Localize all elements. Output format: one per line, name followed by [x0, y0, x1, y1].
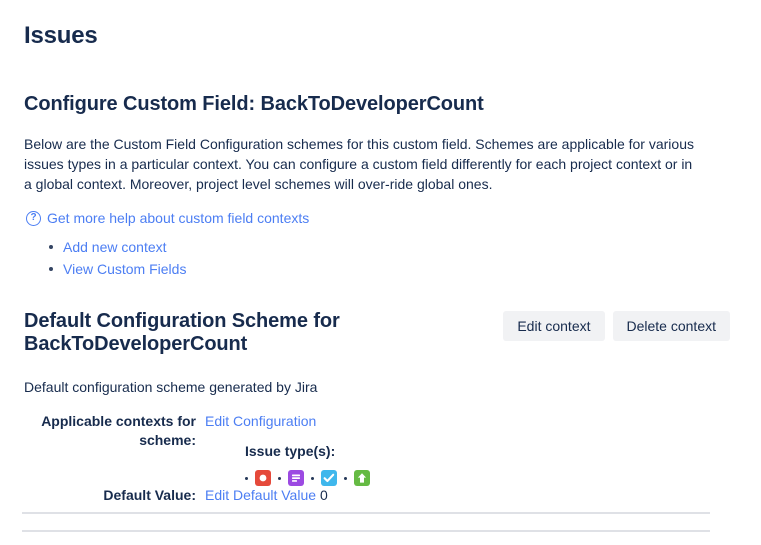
question-circle-icon: ?: [26, 210, 41, 226]
default-value-label: Default Value:: [103, 487, 196, 503]
improvement-issue-type-icon: [354, 470, 370, 486]
applicable-contexts-value: Edit Configuration Issue type(s):: [205, 412, 737, 486]
page-content: Issues Configure Custom Field: BackToDev…: [0, 0, 761, 505]
applicable-contexts-label: Applicable contexts for scheme:: [41, 413, 196, 448]
divider-bottom: [22, 530, 710, 532]
separator-dot-icon: [278, 476, 281, 480]
page-title: Issues: [24, 22, 98, 49]
delete-context-button[interactable]: Delete context: [612, 311, 730, 341]
edit-default-value-link[interactable]: Edit Default Value: [205, 487, 316, 503]
operations-list: Add new context View Custom Fields: [24, 236, 737, 280]
scheme-description: Default configuration scheme generated b…: [24, 379, 318, 395]
bug-issue-type-icon: [255, 470, 271, 486]
table-row: Applicable contexts for scheme: Edit Con…: [24, 412, 737, 486]
task-issue-type-icon: [321, 470, 337, 486]
add-new-context-link[interactable]: Add new context: [63, 239, 167, 255]
help-link[interactable]: Get more help about custom field context…: [47, 210, 309, 226]
page-container: Issues Configure Custom Field: BackToDev…: [0, 0, 761, 545]
edit-configuration-link[interactable]: Edit Configuration: [205, 413, 316, 429]
edit-context-button[interactable]: Edit context: [503, 311, 605, 341]
list-item: View Custom Fields: [49, 258, 737, 280]
separator-dot-icon: [311, 476, 314, 480]
configure-custom-field-heading: Configure Custom Field: BackToDeveloperC…: [24, 93, 484, 115]
divider-top: [22, 512, 710, 514]
default-value-value: Edit Default Value 0: [205, 486, 737, 505]
list-item: Add new context: [49, 236, 737, 258]
story-issue-type-icon: [288, 470, 304, 486]
scheme-title: Default Configuration Scheme for BackToD…: [24, 310, 340, 355]
issue-types-row: [205, 461, 737, 486]
default-value-text: 0: [320, 487, 328, 503]
separator-dot-icon: [344, 476, 347, 480]
issue-types-label: Issue type(s):: [245, 443, 336, 459]
scheme-actions: Edit context Delete context: [503, 311, 730, 341]
configure-description: Below are the Custom Field Configuration…: [24, 136, 694, 192]
help-link-row[interactable]: ? Get more help about custom field conte…: [24, 194, 737, 226]
scheme-section: Default Configuration Scheme for BackToD…: [24, 280, 737, 505]
separator-dot-icon: [245, 476, 248, 480]
view-custom-fields-link[interactable]: View Custom Fields: [63, 261, 186, 277]
table-row: Default Value: Edit Default Value 0: [24, 486, 737, 505]
scheme-details-table: Applicable contexts for scheme: Edit Con…: [24, 412, 737, 505]
